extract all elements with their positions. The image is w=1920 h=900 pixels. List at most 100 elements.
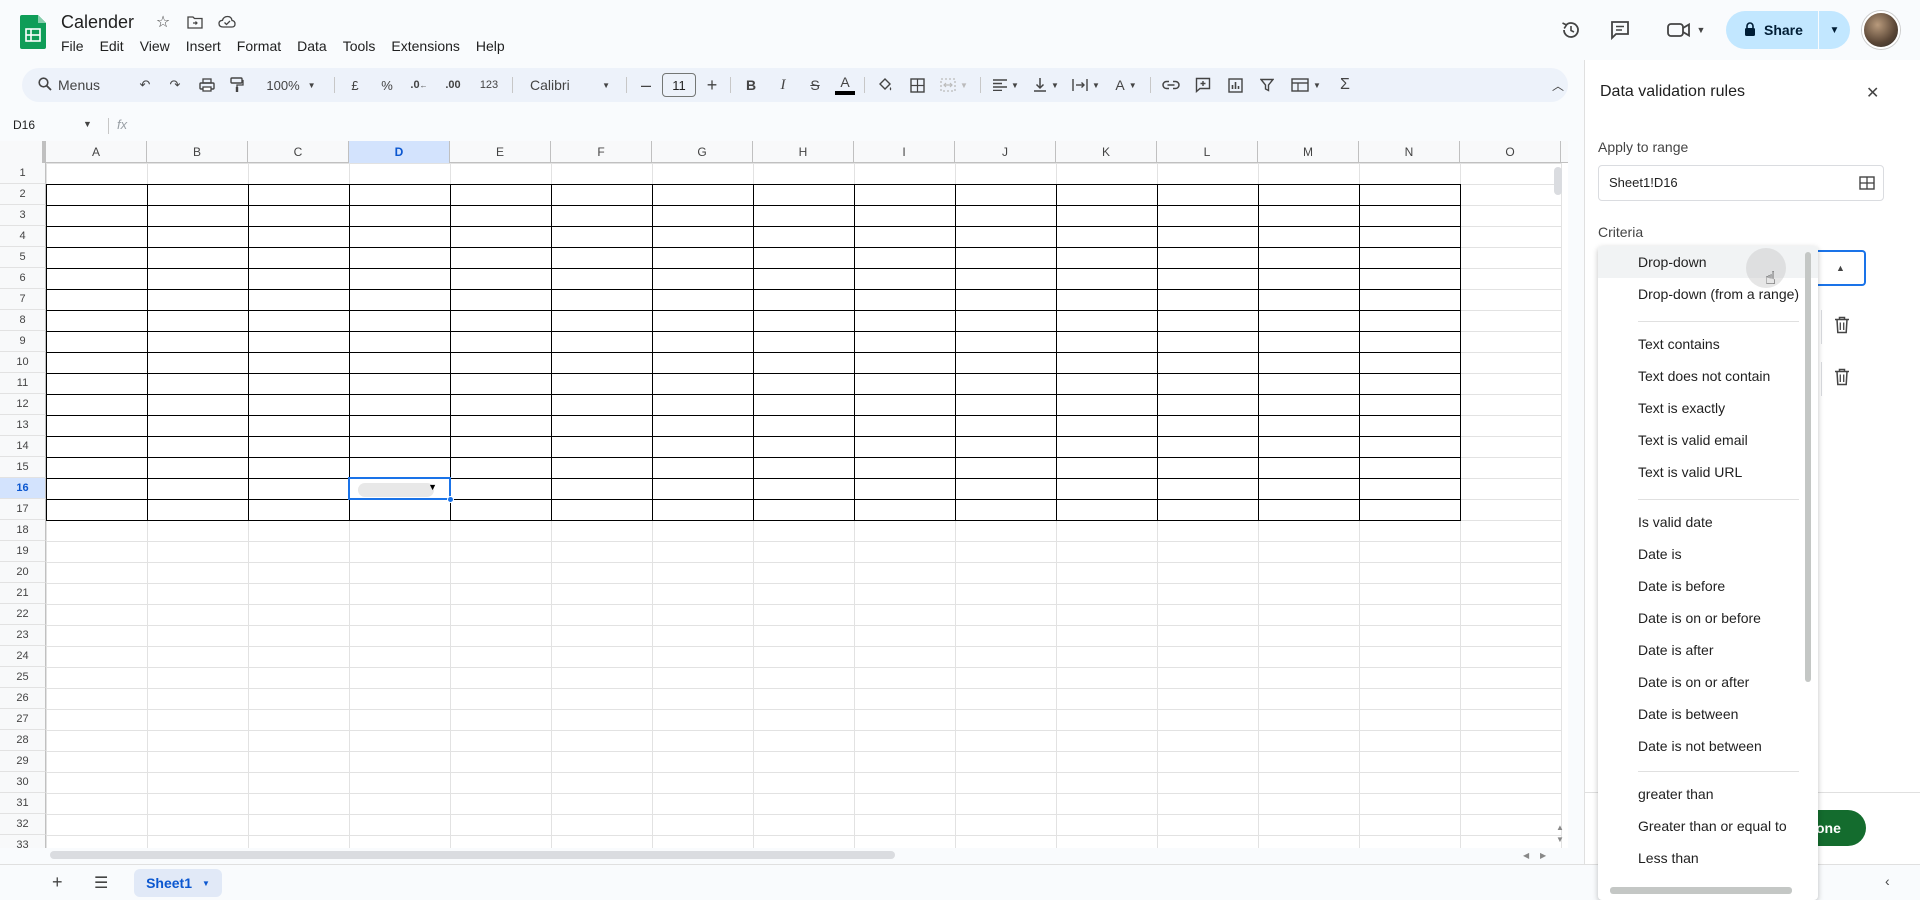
- font-size-field[interactable]: 11: [660, 68, 698, 102]
- borders-icon[interactable]: [904, 68, 930, 102]
- star-icon[interactable]: ☆: [153, 12, 173, 32]
- row-header[interactable]: 5: [0, 247, 46, 268]
- scroll-right-icon[interactable]: ▶: [1540, 851, 1546, 860]
- criteria-option[interactable]: Text is valid email: [1598, 424, 1818, 456]
- menu-edit[interactable]: Edit: [92, 36, 132, 56]
- row-header[interactable]: 19: [0, 541, 46, 562]
- font-select[interactable]: Calibri ▼: [522, 68, 618, 102]
- criteria-option[interactable]: Text is valid URL: [1598, 456, 1818, 488]
- fill-color-icon[interactable]: [872, 68, 898, 102]
- strikethrough-icon[interactable]: S: [802, 68, 828, 102]
- column-header[interactable]: J: [955, 141, 1056, 163]
- filter-views-icon[interactable]: ▼: [1286, 68, 1326, 102]
- vertical-align-icon[interactable]: ▼: [1028, 68, 1064, 102]
- dropdown-scrollbar[interactable]: [1805, 252, 1811, 682]
- insert-comment-icon[interactable]: [1190, 68, 1216, 102]
- criteria-option[interactable]: Date is on or before: [1598, 602, 1818, 634]
- column-header[interactable]: H: [753, 141, 854, 163]
- name-box[interactable]: D16: [13, 118, 35, 132]
- menu-file[interactable]: File: [53, 36, 92, 56]
- menu-format[interactable]: Format: [229, 36, 289, 56]
- row-header[interactable]: 2: [0, 184, 46, 205]
- column-header[interactable]: L: [1157, 141, 1258, 163]
- chevron-left-icon[interactable]: ‹: [1885, 873, 1890, 889]
- more-formats-button[interactable]: 123: [474, 68, 504, 102]
- delete-icon[interactable]: [1834, 316, 1850, 339]
- scroll-down-icon[interactable]: ▼: [1556, 835, 1564, 844]
- share-options-caret-icon[interactable]: ▼: [1819, 25, 1850, 36]
- row-header[interactable]: 14: [0, 436, 46, 457]
- row-header[interactable]: 26: [0, 688, 46, 709]
- version-history-icon[interactable]: [1553, 12, 1589, 48]
- criteria-option[interactable]: Greater than or equal to: [1598, 810, 1818, 842]
- row-header[interactable]: 3: [0, 205, 46, 226]
- column-header[interactable]: C: [248, 141, 349, 163]
- insert-chart-icon[interactable]: [1222, 68, 1248, 102]
- row-header[interactable]: 1: [0, 163, 46, 184]
- criteria-option[interactable]: Text contains: [1598, 328, 1818, 360]
- menu-data[interactable]: Data: [289, 36, 335, 56]
- column-header[interactable]: M: [1258, 141, 1359, 163]
- criteria-option[interactable]: Date is not between: [1598, 730, 1818, 762]
- column-header[interactable]: N: [1359, 141, 1460, 163]
- row-header[interactable]: 22: [0, 604, 46, 625]
- insert-link-icon[interactable]: [1158, 68, 1184, 102]
- add-sheet-icon[interactable]: +: [52, 872, 63, 893]
- spreadsheet-grid[interactable]: ABCDEFGHIJKLMNO 1 2 3 4 5 6 7 8 9 10 11 12 13 14 15 16 1…: [0, 141, 1568, 848]
- row-header[interactable]: 7: [0, 289, 46, 310]
- row-header[interactable]: 33: [0, 835, 46, 848]
- comments-icon[interactable]: [1602, 12, 1638, 48]
- select-range-icon[interactable]: [1859, 166, 1875, 203]
- criteria-option[interactable]: greater than: [1598, 778, 1818, 810]
- criteria-option[interactable]: Date is after: [1598, 634, 1818, 666]
- decrease-font-size-icon[interactable]: –: [634, 68, 658, 102]
- selected-cell-dropdown[interactable]: ▼: [348, 477, 451, 500]
- document-title[interactable]: Calender: [61, 12, 134, 33]
- criteria-option[interactable]: Date is on or after: [1598, 666, 1818, 698]
- row-header[interactable]: 12: [0, 394, 46, 415]
- column-header[interactable]: O: [1460, 141, 1561, 163]
- delete-icon[interactable]: [1834, 368, 1850, 391]
- select-all-corner[interactable]: [0, 141, 46, 163]
- chevron-down-icon[interactable]: ▼: [83, 119, 92, 129]
- text-rotation-icon[interactable]: A ▼: [1108, 68, 1144, 102]
- row-header[interactable]: 25: [0, 667, 46, 688]
- horizontal-scrollbar[interactable]: [50, 851, 895, 859]
- row-header[interactable]: 18: [0, 520, 46, 541]
- text-color-icon[interactable]: A: [832, 68, 858, 102]
- done-button[interactable]: one: [1812, 810, 1866, 846]
- row-header[interactable]: 29: [0, 751, 46, 772]
- meet-call-icon[interactable]: ▼: [1660, 12, 1712, 48]
- criteria-option[interactable]: Text does not contain: [1598, 360, 1818, 392]
- scroll-left-icon[interactable]: ◀: [1523, 851, 1529, 860]
- user-avatar[interactable]: [1862, 11, 1900, 49]
- decrease-decimal-button[interactable]: .0 ←: [406, 68, 432, 102]
- dropdown-horizontal-scrollbar[interactable]: [1610, 887, 1792, 894]
- increase-font-size-icon[interactable]: +: [700, 68, 724, 102]
- sheets-logo-icon[interactable]: [20, 15, 46, 49]
- row-header[interactable]: 21: [0, 583, 46, 604]
- merge-cells-icon[interactable]: ▼: [934, 68, 974, 102]
- row-header[interactable]: 17: [0, 499, 46, 520]
- italic-icon[interactable]: I: [770, 68, 796, 102]
- scroll-up-icon[interactable]: ▲: [1556, 823, 1564, 832]
- horizontal-align-icon[interactable]: ▼: [988, 68, 1024, 102]
- row-header[interactable]: 23: [0, 625, 46, 646]
- close-icon[interactable]: ✕: [1866, 83, 1879, 103]
- criteria-option[interactable]: Drop-down (from a range): [1598, 278, 1818, 310]
- row-header[interactable]: 28: [0, 730, 46, 751]
- percent-format-button[interactable]: %: [374, 68, 400, 102]
- undo-icon[interactable]: ↶: [132, 68, 158, 102]
- column-header[interactable]: D: [349, 141, 450, 163]
- row-header[interactable]: 10: [0, 352, 46, 373]
- font-size-value[interactable]: 11: [662, 73, 696, 97]
- filter-icon[interactable]: [1254, 68, 1280, 102]
- functions-icon[interactable]: Σ: [1332, 68, 1358, 102]
- row-header[interactable]: 9: [0, 331, 46, 352]
- range-input[interactable]: Sheet1!D16: [1598, 165, 1884, 201]
- row-header[interactable]: 8: [0, 310, 46, 331]
- criteria-option[interactable]: Is valid date: [1598, 506, 1818, 538]
- column-header[interactable]: B: [147, 141, 248, 163]
- share-button[interactable]: Share ▼: [1726, 11, 1850, 49]
- row-header[interactable]: 24: [0, 646, 46, 667]
